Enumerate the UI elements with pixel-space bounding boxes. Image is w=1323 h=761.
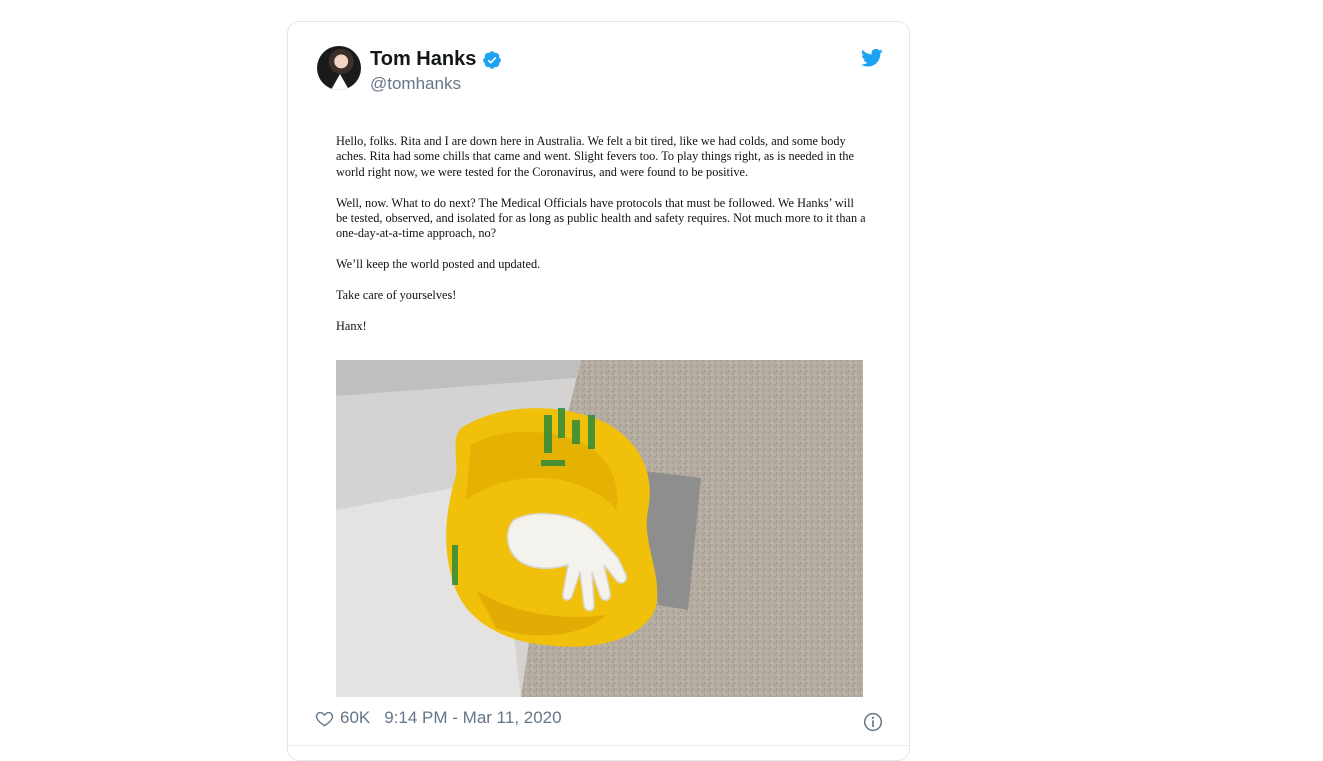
statement-paragraph: We’ll keep the world posted and updated. bbox=[336, 257, 541, 272]
author-name-row: Tom Hanks bbox=[370, 48, 502, 71]
tweet-photo[interactable] bbox=[336, 360, 863, 697]
statement-document: Hello, folks. Rita and I are down here i… bbox=[336, 134, 866, 350]
like-count[interactable]: 60K bbox=[340, 708, 370, 728]
tweet-footer: 60K 9:14 PM - Mar 11, 2020 bbox=[315, 708, 562, 728]
tweet-timestamp[interactable]: 9:14 PM - Mar 11, 2020 bbox=[384, 708, 561, 728]
verified-badge-icon bbox=[483, 50, 502, 69]
statement-paragraph: Take care of yourselves! bbox=[336, 288, 457, 303]
twitter-bird-icon[interactable] bbox=[861, 48, 883, 68]
tweet-card: Tom Hanks @tomhanks Hello, folks. Rita a… bbox=[287, 21, 910, 761]
author-name[interactable]: Tom Hanks bbox=[370, 48, 476, 71]
info-icon[interactable] bbox=[863, 712, 883, 732]
statement-paragraph: Hello, folks. Rita and I are down here i… bbox=[336, 134, 854, 179]
statement-paragraph: Hanx! bbox=[336, 318, 367, 333]
author-handle[interactable]: @tomhanks bbox=[370, 74, 461, 94]
footer-divider bbox=[288, 745, 909, 746]
heart-icon[interactable] bbox=[315, 709, 334, 728]
author-avatar[interactable] bbox=[317, 46, 361, 90]
statement-paragraph: Well, now. What to do next? The Medical … bbox=[336, 195, 866, 241]
